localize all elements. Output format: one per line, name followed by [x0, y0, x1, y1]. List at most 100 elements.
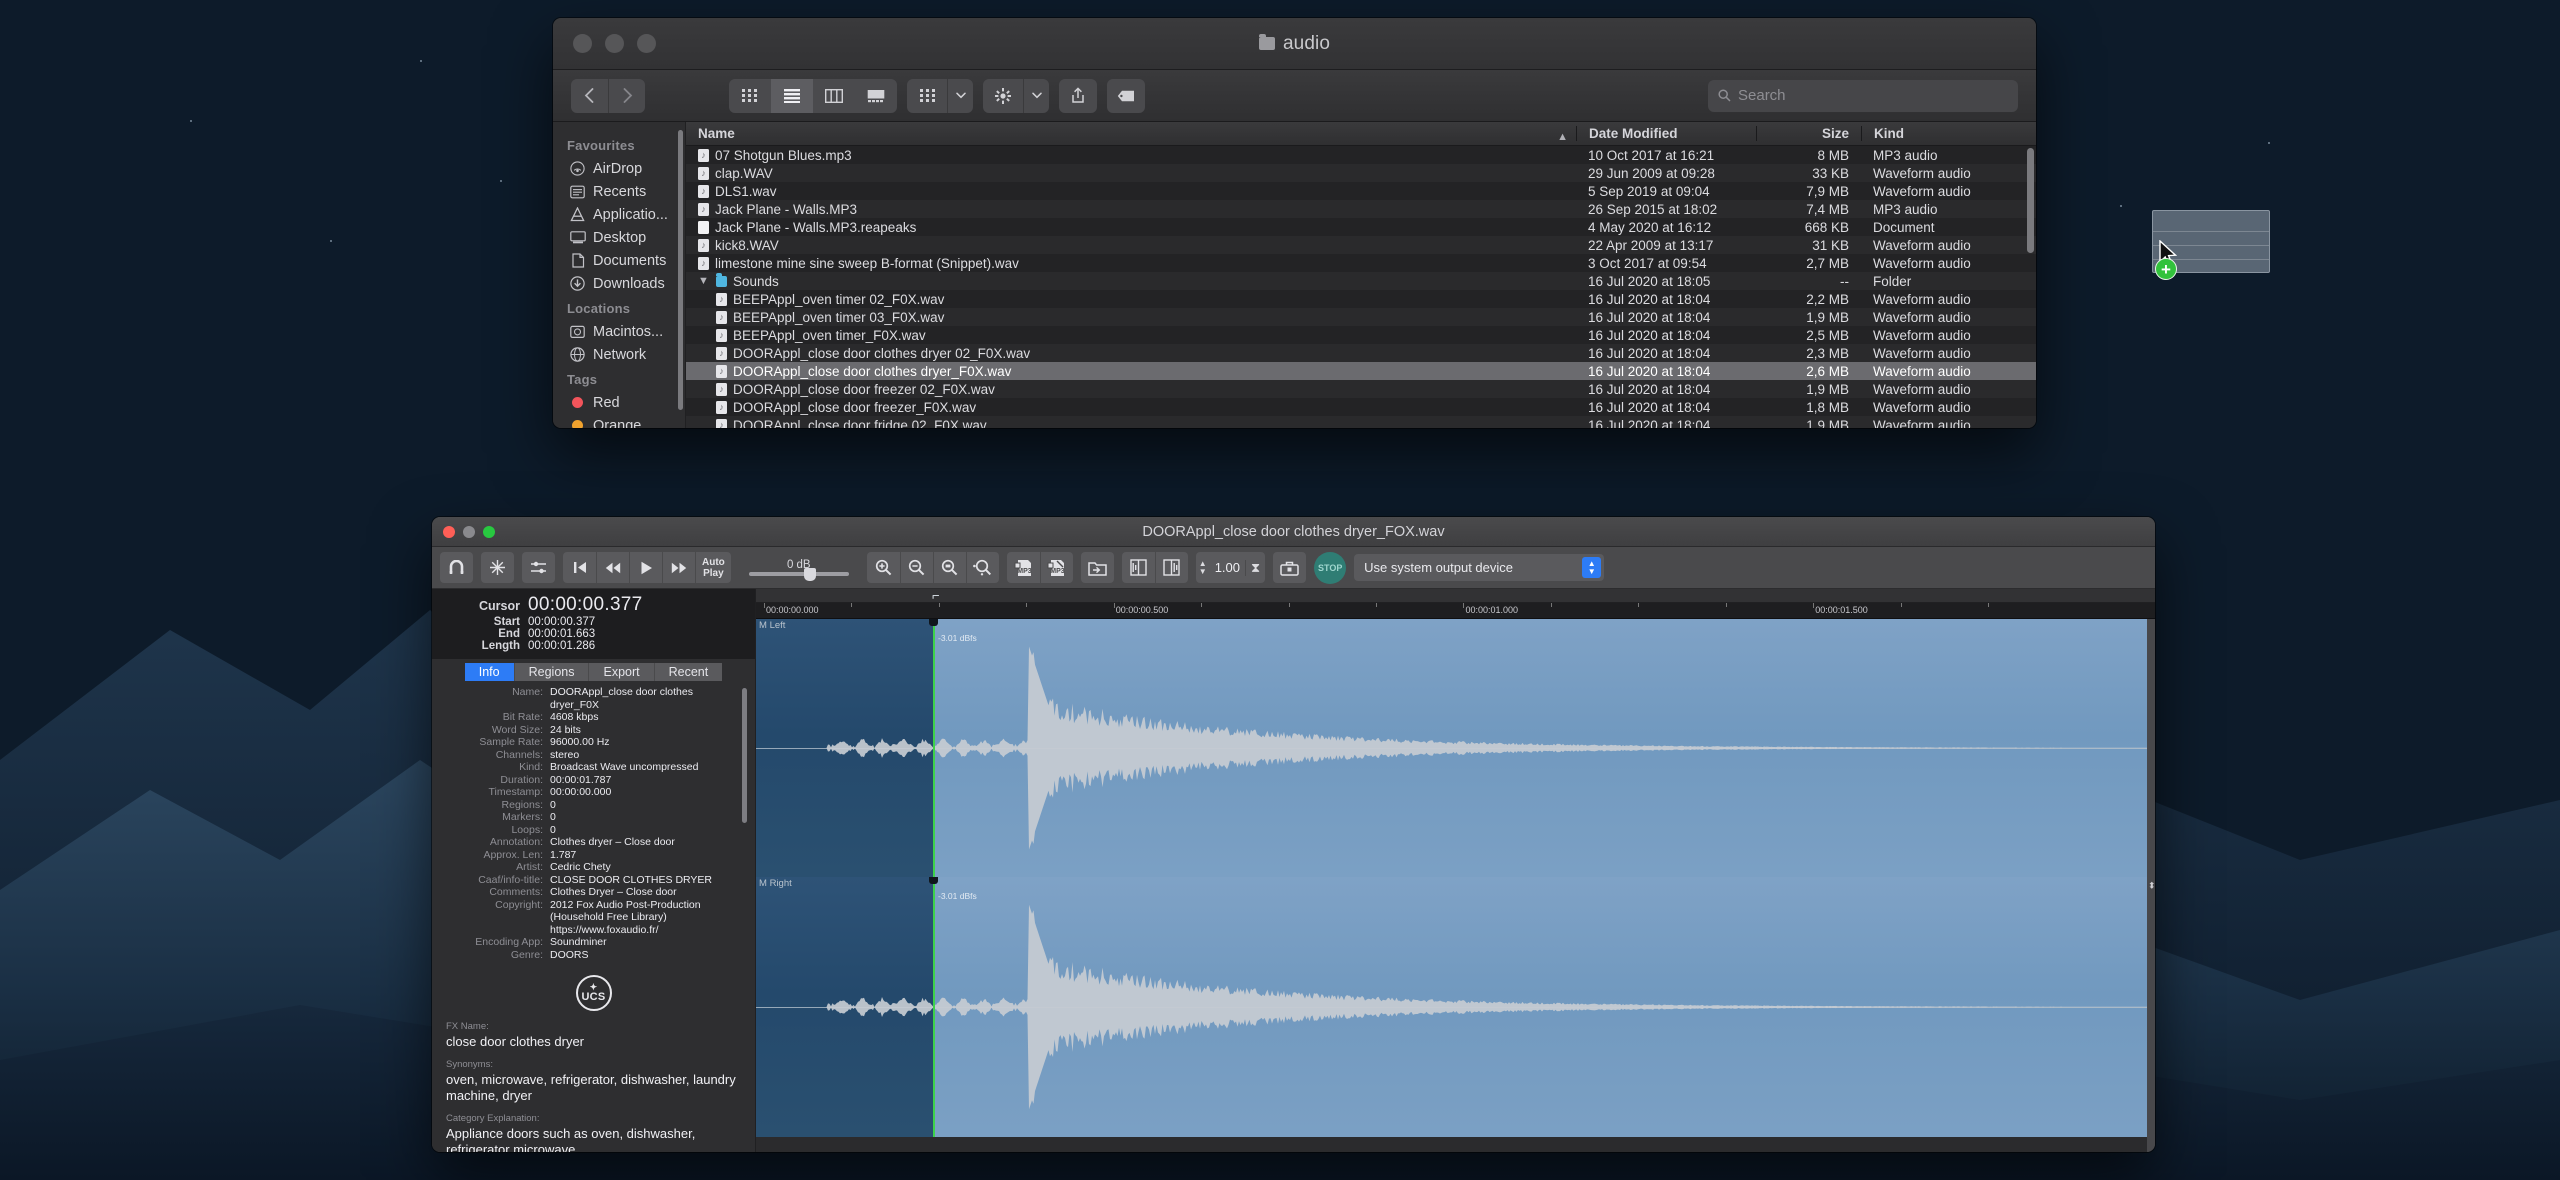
- cell-name[interactable]: BEEPAppl_oven timer 03_F0X.wav: [686, 310, 1576, 325]
- table-row[interactable]: Jack Plane - Walls.MP3.reapeaks 4 May 202…: [686, 218, 2036, 236]
- audio-editor-titlebar[interactable]: DOORAppl_close door clothes dryer_FOX.wa…: [432, 517, 2155, 547]
- channel-left-mute[interactable]: M: [759, 620, 767, 631]
- cell-name[interactable]: DOORAppl_close door freezer_F0X.wav: [686, 400, 1576, 415]
- cell-name[interactable]: DOORAppl_close door clothes dryer_F0X.wa…: [686, 364, 1576, 379]
- play-icon[interactable]: [629, 552, 662, 583]
- cell-name[interactable]: clap.WAV: [686, 166, 1576, 181]
- table-row[interactable]: 07 Shotgun Blues.mp3 10 Oct 2017 at 16:21…: [686, 146, 2036, 164]
- table-row[interactable]: DLS1.wav 5 Sep 2019 at 09:04 7,9 MB Wavefor…: [686, 182, 2036, 200]
- fast-forward-icon[interactable]: [662, 552, 695, 583]
- sidebar-item-downloads[interactable]: Downloads: [553, 272, 685, 295]
- chevron-down-icon[interactable]: [1023, 78, 1049, 113]
- table-row[interactable]: kick8.WAV 22 Apr 2009 at 13:17 31 KB Wavefo…: [686, 236, 2036, 254]
- waveform-channel-right[interactable]: M Right -3.01 dBfs: [756, 877, 2155, 1137]
- playback-rate-value[interactable]: 1.00: [1210, 560, 1245, 575]
- info-scrollbar[interactable]: [742, 688, 747, 823]
- sidebar-item-desktop[interactable]: Desktop: [553, 226, 685, 249]
- cell-name[interactable]: 07 Shotgun Blues.mp3: [686, 148, 1576, 163]
- sidebar-item-applicatio[interactable]: Applicatio...: [553, 203, 685, 226]
- finder-nav-group[interactable]: [571, 78, 645, 113]
- column-header-date[interactable]: Date Modified: [1576, 126, 1756, 141]
- selection-start-marker[interactable]: ⌐: [932, 589, 940, 602]
- table-row[interactable]: DOORAppl_close door freezer_F0X.wav 16 Ju…: [686, 398, 2036, 416]
- split-left-icon[interactable]: [1122, 552, 1155, 583]
- gallery-view-button[interactable]: [855, 79, 897, 113]
- settings-sliders-icon[interactable]: [522, 552, 555, 583]
- column-header-size[interactable]: Size: [1756, 126, 1861, 141]
- table-row[interactable]: clap.WAV 29 Jun 2009 at 09:28 33 KB Wavefor…: [686, 164, 2036, 182]
- sidebar-item-orange[interactable]: Orange: [553, 414, 685, 428]
- selection-handle-left-start[interactable]: [929, 619, 938, 626]
- rewind-icon[interactable]: [596, 552, 629, 583]
- transport-controls[interactable]: Auto Play: [563, 552, 731, 583]
- waveform-channel-left[interactable]: M Left -3.01 dBfs: [756, 619, 2155, 877]
- disclosure-triangle-icon[interactable]: ▼: [698, 275, 710, 287]
- cell-name[interactable]: Jack Plane - Walls.MP3: [686, 202, 1576, 217]
- sidebar-item-red[interactable]: Red: [553, 391, 685, 414]
- table-row[interactable]: limestone mine sine sweep B-format (Snip…: [686, 254, 2036, 272]
- skip-to-start-icon[interactable]: [563, 552, 596, 583]
- sidebar-item-documents[interactable]: Documents: [553, 249, 685, 272]
- table-row[interactable]: DOORAppl_close door clothes dryer_F0X.wa…: [686, 362, 2036, 380]
- cell-name[interactable]: ▼ Sounds: [686, 273, 1576, 289]
- audio-editor-window[interactable]: DOORAppl_close door clothes dryer_FOX.wa…: [432, 517, 2155, 1152]
- cell-name[interactable]: BEEPAppl_oven timer 02_F0X.wav: [686, 292, 1576, 307]
- view-mode-group[interactable]: [729, 78, 897, 113]
- file-list-header[interactable]: Name ▲ Date Modified Size Kind: [686, 122, 2036, 146]
- time-ruler[interactable]: 00:00:00.000 00:00:00.500 00:00:01.000 00:0…: [756, 603, 2155, 619]
- icon-view-button[interactable]: [729, 79, 771, 113]
- table-row[interactable]: DOORAppl_close door clothes dryer 02_F0X…: [686, 344, 2036, 362]
- action-menu-control[interactable]: [983, 78, 1049, 113]
- zoom-selection-icon[interactable]: [932, 552, 966, 583]
- info-panel-tabs[interactable]: Info Regions Export Recent: [432, 659, 755, 684]
- tab-recent[interactable]: Recent: [653, 663, 723, 681]
- cell-name[interactable]: Jack Plane - Walls.MP3.reapeaks: [686, 220, 1576, 235]
- zoom-fit-icon[interactable]: [965, 552, 999, 583]
- tab-regions[interactable]: Regions: [513, 663, 589, 681]
- table-row[interactable]: ▼ Sounds 16 Jul 2020 at 18:05 -- Folder: [686, 272, 2036, 290]
- cell-name[interactable]: limestone mine sine sweep B-format (Snip…: [686, 256, 1576, 271]
- mp3-import-icon[interactable]: MP3: [1039, 552, 1073, 583]
- volume-knob[interactable]: [803, 568, 816, 581]
- snowflake-icon[interactable]: [481, 552, 514, 583]
- toolbox-icon[interactable]: [1273, 552, 1307, 583]
- waveform-area[interactable]: ⌐ ¬ 00:00:00.000 00:00:00.500 00:00:01.000…: [756, 589, 2155, 1152]
- table-row[interactable]: DOORAppl_close door fridge 02_F0X.wav 16 …: [686, 416, 2036, 428]
- chevron-down-icon[interactable]: [947, 78, 973, 113]
- cell-name[interactable]: DOORAppl_close door clothes dryer 02_F0X…: [686, 346, 1576, 361]
- playhead-left[interactable]: [933, 619, 935, 877]
- split-controls[interactable]: [1121, 552, 1188, 583]
- tag-button[interactable]: [1107, 78, 1145, 113]
- sidebar-scrollbar[interactable]: [678, 130, 683, 410]
- hourglass-icon[interactable]: ⧗: [1245, 559, 1265, 576]
- sidebar-item-recents[interactable]: Recents: [553, 180, 685, 203]
- popup-updown-icon[interactable]: ▲ ▼: [1582, 557, 1602, 578]
- table-row[interactable]: BEEPAppl_oven timer 02_F0X.wav 16 Jul 202…: [686, 290, 2036, 308]
- vertical-resize-splitter[interactable]: ⬍: [2147, 619, 2155, 1152]
- cell-name[interactable]: DOORAppl_close door freezer 02_F0X.wav: [686, 382, 1576, 397]
- sidebar-item-airdrop[interactable]: AirDrop: [553, 157, 685, 180]
- list-view-button[interactable]: [771, 78, 813, 113]
- table-row[interactable]: Jack Plane - Walls.MP3 26 Sep 2015 at 18:…: [686, 200, 2036, 218]
- open-folder-icon[interactable]: [1080, 552, 1114, 583]
- split-right-icon[interactable]: [1154, 552, 1188, 583]
- cell-name[interactable]: kick8.WAV: [686, 238, 1576, 253]
- tab-info[interactable]: Info: [464, 663, 514, 681]
- table-row[interactable]: BEEPAppl_oven timer_F0X.wav 16 Jul 2020 a…: [686, 326, 2036, 344]
- cell-name[interactable]: DLS1.wav: [686, 184, 1576, 199]
- stepper-arrows-icon[interactable]: ▲ ▼: [1196, 559, 1210, 576]
- column-header-name[interactable]: Name ▲: [686, 126, 1576, 143]
- output-device-select[interactable]: Use system output device ▲ ▼: [1354, 554, 1605, 581]
- volume-track[interactable]: [748, 568, 849, 581]
- search-field[interactable]: Search: [1708, 79, 2018, 112]
- playhead-right[interactable]: [933, 877, 935, 1137]
- mp3-export-icon[interactable]: MP3: [1007, 552, 1040, 583]
- zoom-controls[interactable]: [866, 552, 999, 583]
- cell-name[interactable]: BEEPAppl_oven timer_F0X.wav: [686, 328, 1576, 343]
- column-header-kind[interactable]: Kind: [1861, 126, 2036, 141]
- volume-slider[interactable]: 0 dB: [745, 559, 853, 581]
- file-list-rows[interactable]: 07 Shotgun Blues.mp3 10 Oct 2017 at 16:21…: [686, 146, 2036, 428]
- cell-name[interactable]: DOORAppl_close door fridge 02_F0X.wav: [686, 418, 1576, 428]
- finder-sidebar[interactable]: Favourites AirDrop Recents Applicatio... Des…: [553, 122, 686, 428]
- selection-ruler[interactable]: ⌐ ¬: [756, 589, 2155, 603]
